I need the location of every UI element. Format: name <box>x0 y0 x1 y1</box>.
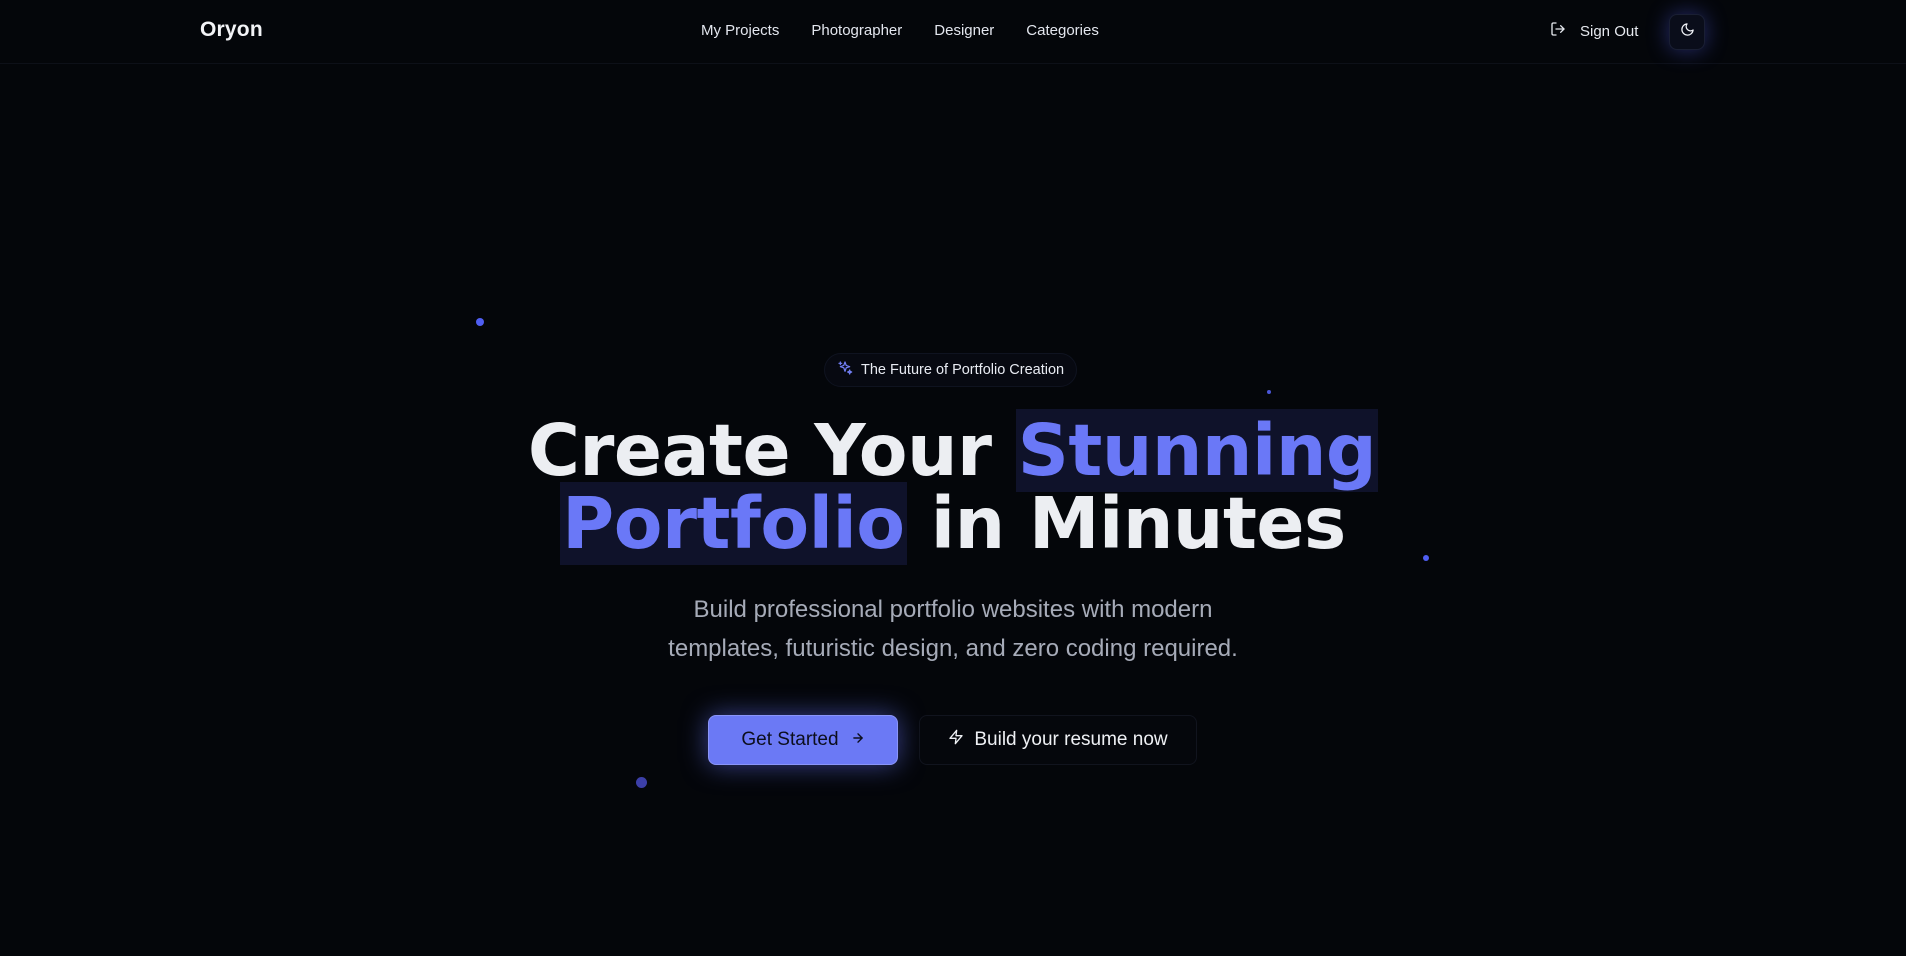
decor-dot <box>476 318 484 326</box>
hero-badge: The Future of Portfolio Creation <box>824 353 1078 387</box>
theme-toggle-button[interactable] <box>1669 14 1705 50</box>
headline-highlight: Portfolio <box>560 482 907 565</box>
subtitle-line: templates, futuristic design, and zero c… <box>668 635 1238 662</box>
headline-text: Create Your <box>527 409 1016 492</box>
sign-out-button[interactable]: Sign Out <box>1550 21 1638 41</box>
get-started-button[interactable]: Get Started <box>708 715 898 765</box>
top-navbar: Oryon My Projects Photographer Designer … <box>0 0 1906 64</box>
nav-link-my-projects[interactable]: My Projects <box>701 22 779 39</box>
get-started-label: Get Started <box>741 729 839 750</box>
build-resume-label: Build your resume now <box>974 729 1168 750</box>
headline-highlight: Stunning <box>1015 409 1379 492</box>
nav-link-photographer[interactable]: Photographer <box>811 22 902 39</box>
moon-icon <box>1680 22 1695 42</box>
badge-text: The Future of Portfolio Creation <box>861 362 1065 378</box>
subtitle-line: Build professional portfolio websites wi… <box>693 596 1213 623</box>
log-out-icon <box>1550 21 1566 41</box>
main-nav: My Projects Photographer Designer Catego… <box>701 22 1099 39</box>
build-resume-button[interactable]: Build your resume now <box>919 715 1197 765</box>
sparkles-icon <box>837 360 853 380</box>
brand-logo[interactable]: Oryon <box>200 18 263 42</box>
sign-out-label: Sign Out <box>1580 22 1639 40</box>
nav-link-designer[interactable]: Designer <box>934 22 994 39</box>
arrow-right-icon <box>851 729 865 751</box>
zap-icon <box>948 729 964 751</box>
decor-dot <box>636 777 647 788</box>
nav-link-categories[interactable]: Categories <box>1026 22 1099 39</box>
hero-subtitle: Build professional portfolio websites wi… <box>0 590 1906 668</box>
headline-line-1: Create Your Stunning <box>0 409 1906 492</box>
headline-text: in Minutes <box>906 482 1347 565</box>
hero-headline: Create Your Stunning Portfolio in Minute… <box>0 409 1906 565</box>
decor-dot <box>1267 390 1271 394</box>
headline-line-2: Portfolio in Minutes <box>0 482 1906 565</box>
